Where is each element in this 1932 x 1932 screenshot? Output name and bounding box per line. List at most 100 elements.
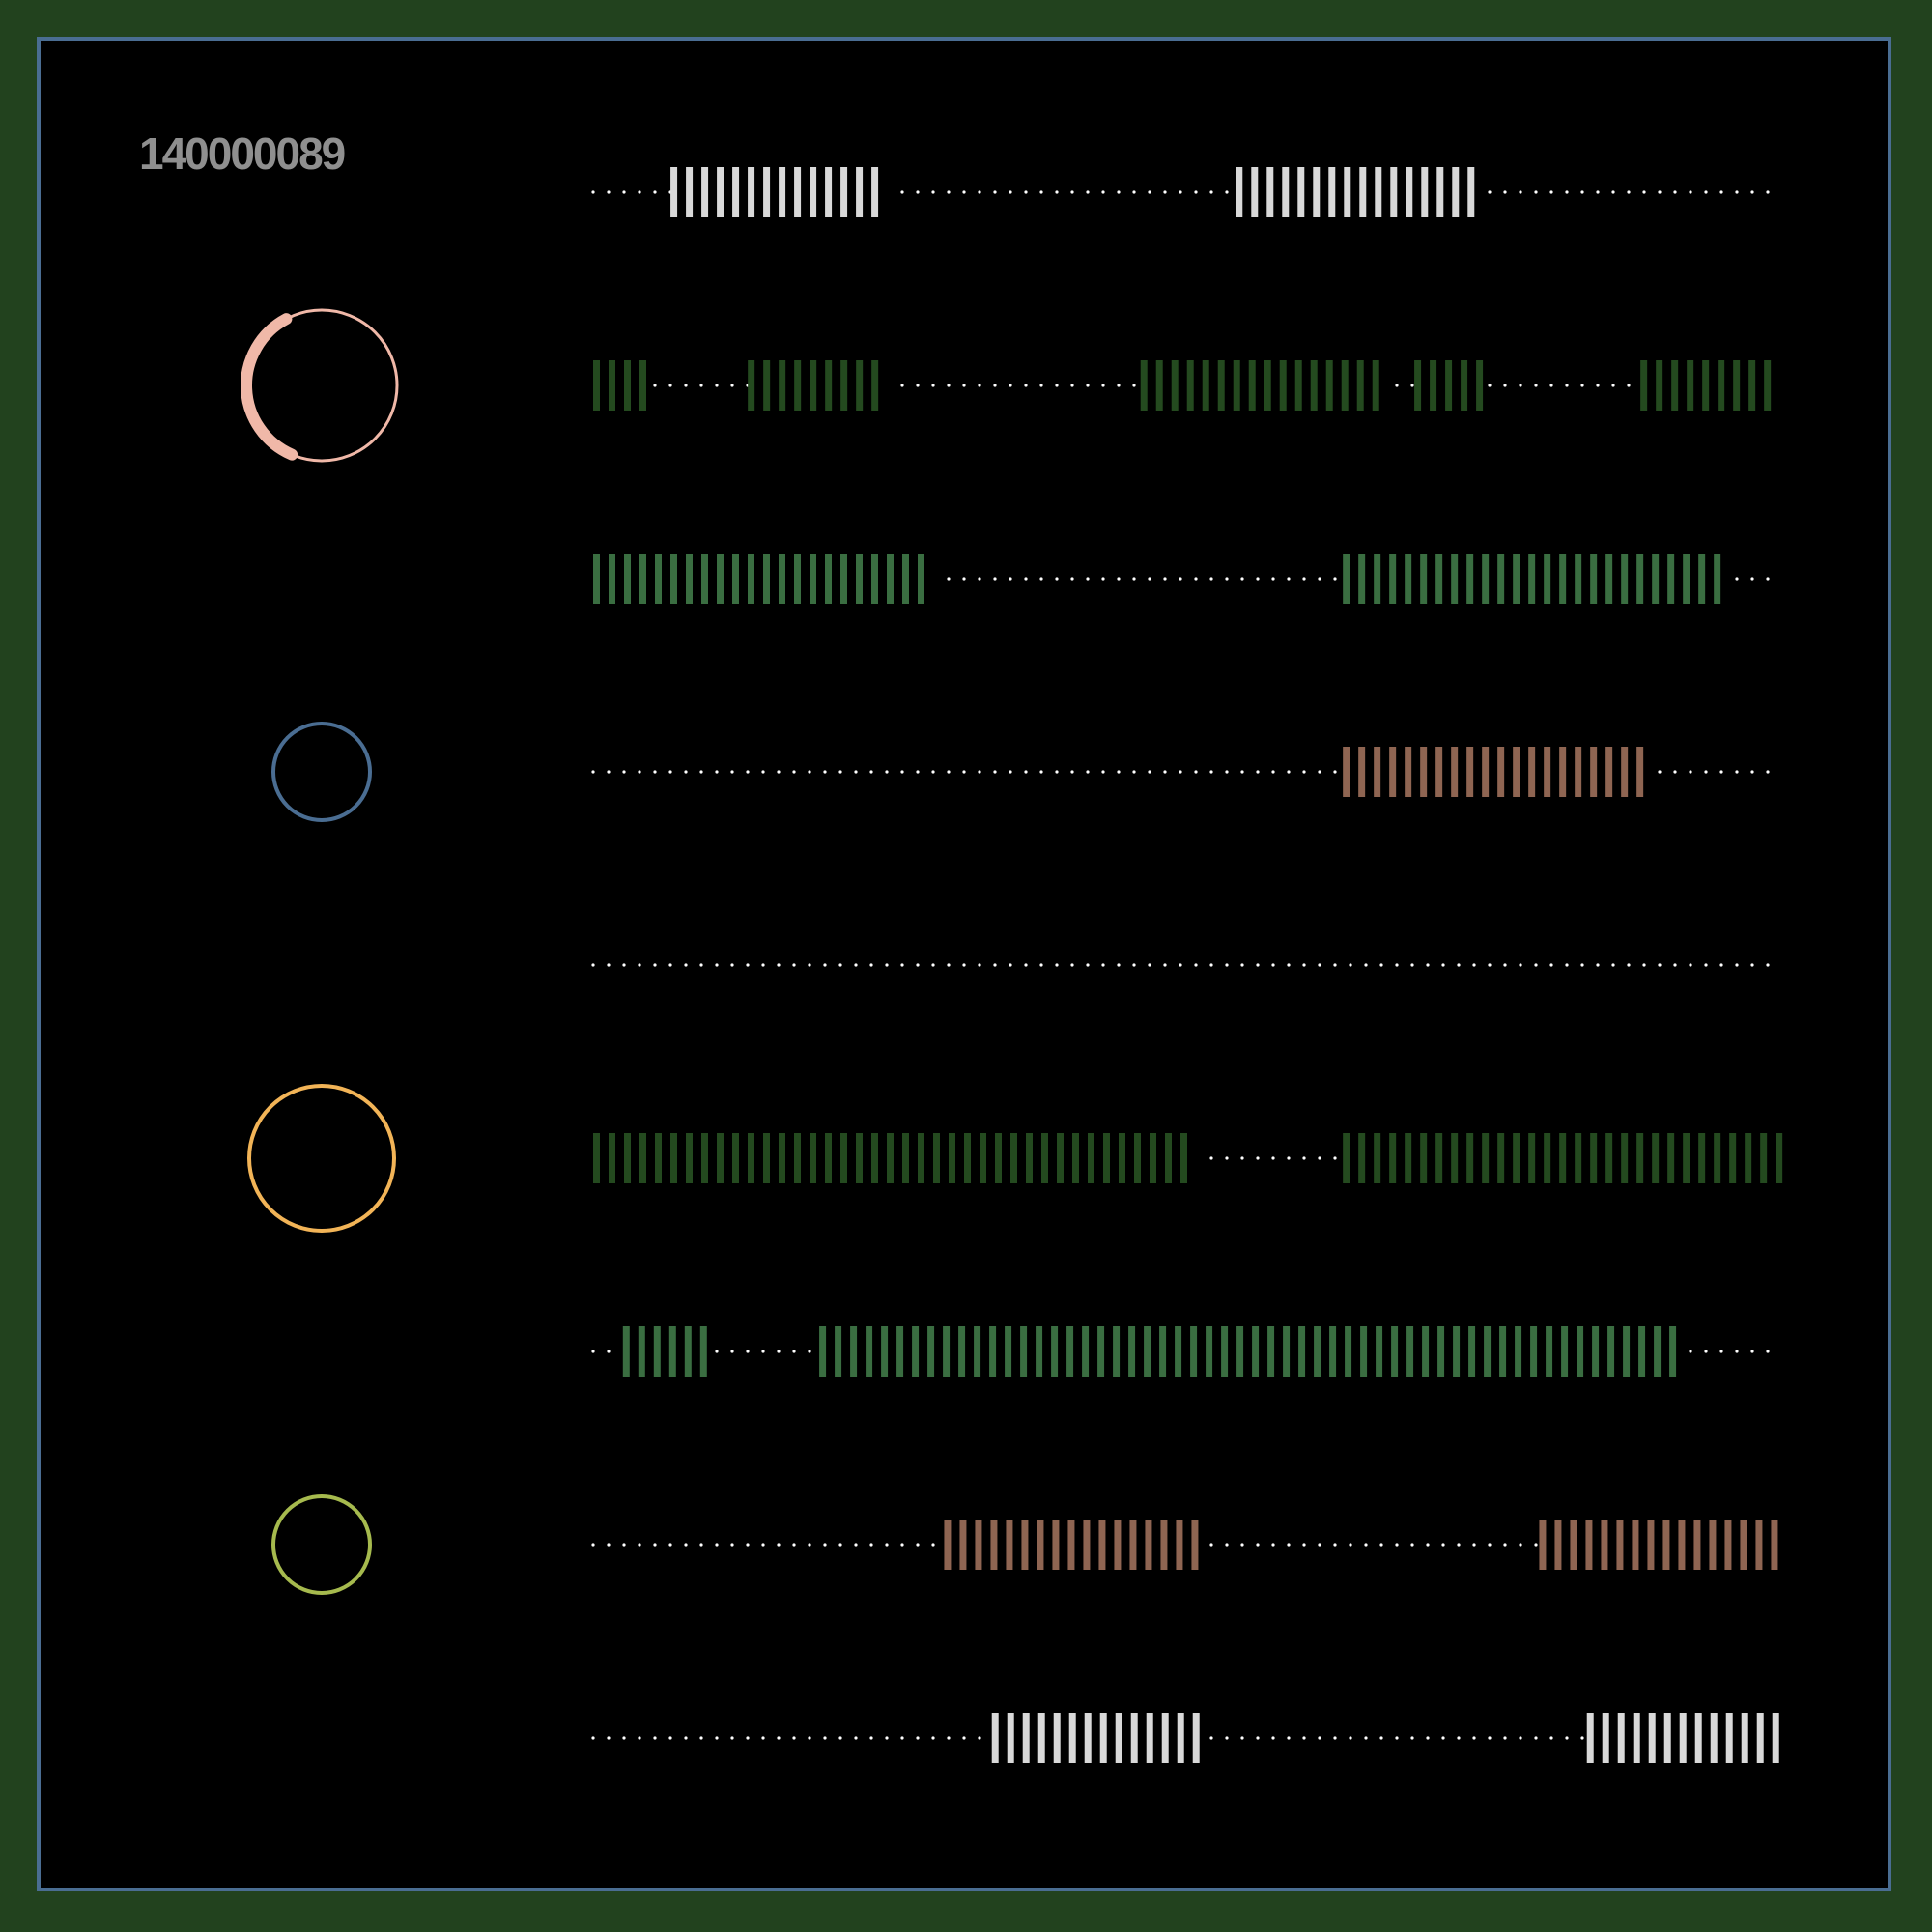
row-bar xyxy=(1068,1713,1076,1763)
row-bar xyxy=(856,167,864,217)
row-bar xyxy=(1590,554,1598,604)
row-dot xyxy=(1704,963,1708,967)
row-dot xyxy=(1024,577,1028,581)
row-dot xyxy=(638,1543,641,1547)
row-bar xyxy=(1248,360,1256,411)
row-dot xyxy=(885,1736,889,1740)
row-bar xyxy=(639,1133,646,1183)
row-bar xyxy=(1710,1713,1718,1763)
row-dot xyxy=(1719,1350,1723,1353)
row-bar xyxy=(1652,1133,1660,1183)
row-bar xyxy=(1528,1133,1536,1183)
row-bar xyxy=(624,360,631,411)
row-dot xyxy=(1750,1350,1754,1353)
row-bar xyxy=(1466,1133,1474,1183)
row-bar xyxy=(1561,1326,1569,1377)
row-dot xyxy=(931,190,935,194)
row-dot xyxy=(1488,1543,1492,1547)
row-dot xyxy=(1271,1736,1275,1740)
row-bar xyxy=(1654,1326,1662,1377)
row-dot xyxy=(1163,963,1167,967)
row-dot xyxy=(1766,1350,1770,1353)
row-bar xyxy=(1051,1326,1059,1377)
row-dot xyxy=(792,1736,796,1740)
row-dot xyxy=(715,1350,719,1353)
row-dot xyxy=(1735,190,1739,194)
row-bar xyxy=(1329,1326,1337,1377)
row-bar xyxy=(1725,1713,1733,1763)
row-bar xyxy=(1140,360,1148,411)
row-dot xyxy=(1070,770,1074,774)
row-bar xyxy=(1375,167,1382,217)
row-bar xyxy=(686,1133,693,1183)
row-bar xyxy=(1724,1520,1732,1570)
row-dot xyxy=(978,190,981,194)
row-dot xyxy=(1225,1156,1229,1160)
row-dot xyxy=(1101,190,1105,194)
row-bar xyxy=(1344,167,1351,217)
row-bar xyxy=(1391,1326,1399,1377)
row-bar xyxy=(701,1133,708,1183)
row-bar xyxy=(1283,1326,1291,1377)
row-dot xyxy=(1472,1736,1476,1740)
row-bar xyxy=(1161,1713,1169,1763)
row-bar xyxy=(1621,554,1629,604)
row-bar xyxy=(1513,747,1520,797)
row-bar xyxy=(732,1133,739,1183)
row-bar xyxy=(1103,1133,1110,1183)
row-dot xyxy=(1039,963,1043,967)
row-dot xyxy=(1302,1736,1306,1740)
row-dot xyxy=(916,1736,920,1740)
row-bar xyxy=(1756,1713,1764,1763)
row-dot xyxy=(1024,384,1028,387)
row-bar xyxy=(1497,554,1505,604)
row-bar xyxy=(1066,1326,1074,1377)
row-bar xyxy=(1119,1133,1125,1183)
row-dot xyxy=(1302,577,1306,581)
row-dot xyxy=(1271,770,1275,774)
row-bar xyxy=(748,360,755,411)
row-bar xyxy=(1414,360,1422,411)
row-bar xyxy=(593,1133,600,1183)
row-dot xyxy=(1117,770,1121,774)
row-bar xyxy=(1461,360,1468,411)
row-dot xyxy=(1750,963,1754,967)
row-dot xyxy=(1580,1736,1584,1740)
row-bar xyxy=(794,167,802,217)
row-dot xyxy=(854,770,858,774)
row-bar xyxy=(1113,1326,1121,1377)
row-bar xyxy=(1420,1133,1428,1183)
row-bar xyxy=(1041,1133,1048,1183)
row-dot xyxy=(1209,1543,1213,1547)
row-bar xyxy=(1451,554,1459,604)
row-2 xyxy=(593,360,1772,411)
row-4 xyxy=(591,747,1770,797)
row-bar xyxy=(1652,554,1660,604)
row-dot xyxy=(823,770,827,774)
row-bar xyxy=(1698,1133,1706,1183)
row-bar xyxy=(964,1133,971,1183)
row-bar xyxy=(1575,747,1582,797)
row-bar xyxy=(763,167,771,217)
row-dot xyxy=(777,1350,781,1353)
row-bar xyxy=(1772,1713,1779,1763)
row-bar xyxy=(1638,1326,1646,1377)
row-bar xyxy=(1718,360,1725,411)
row-bar xyxy=(1217,360,1225,411)
row-dot xyxy=(1148,963,1151,967)
row-bar xyxy=(1617,1713,1625,1763)
row-bar xyxy=(1233,360,1240,411)
row-bar xyxy=(1559,554,1567,604)
row-bar xyxy=(1420,747,1428,797)
row-dot xyxy=(854,963,858,967)
row-dot xyxy=(1704,190,1708,194)
row-dot xyxy=(638,1736,641,1740)
row-dot xyxy=(1024,963,1028,967)
row-bar xyxy=(1577,1326,1584,1377)
row-1 xyxy=(591,167,1770,217)
row-dot xyxy=(591,770,595,774)
row-dot xyxy=(1179,770,1182,774)
row-bar xyxy=(1771,1520,1778,1570)
row-dot xyxy=(1117,190,1121,194)
row-dot xyxy=(1549,384,1553,387)
